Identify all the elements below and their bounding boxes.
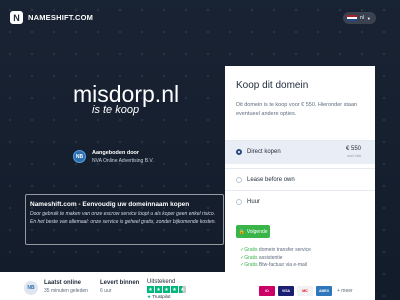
trustpilot-star-icon: ★ xyxy=(147,294,152,299)
star-icon: ★ xyxy=(163,286,170,293)
price-note: excl. btw xyxy=(347,154,361,158)
feature-item: ✓Gratis Btw-factuur via e-mail xyxy=(240,262,311,270)
seller-avatar-small: NB xyxy=(24,281,38,295)
visa-icon: VISA xyxy=(278,286,294,296)
star-icon: ★ xyxy=(147,286,154,293)
option-label: Huur xyxy=(247,199,261,205)
top-bar: N NAMESHIFT.COM nl ▼ xyxy=(0,0,400,36)
feature-prefix: Gratis xyxy=(244,254,258,261)
trustpilot-rating[interactable]: Uitstekend ★ ★ ★ ★ ★ ★ Trustpilot xyxy=(147,279,186,300)
info-title: Nameshift.com - Eenvoudig uw domeinnaam … xyxy=(30,201,190,208)
seller-name: NVA Online Advertising B.V. xyxy=(92,158,154,164)
option-label: Lease before own xyxy=(247,177,295,183)
for-sale-tagline: is te koop xyxy=(92,104,140,116)
mastercard-icon: MC xyxy=(297,286,313,296)
star-icon: ★ xyxy=(171,286,178,293)
last-online-label: Laatst online xyxy=(44,280,82,286)
feature-text: domein transfer service xyxy=(257,247,311,253)
language-selector[interactable]: nl ▼ xyxy=(343,12,376,24)
chevron-down-icon: ▼ xyxy=(366,15,371,21)
info-text: Door gebruik te maken van onze escrow se… xyxy=(30,211,216,225)
feature-text: Btw-factuur via e-mail xyxy=(257,262,308,268)
amex-icon: AMEX xyxy=(316,286,332,296)
next-button[interactable]: 🔒 Volgende xyxy=(236,225,270,238)
star-icon: ★ xyxy=(155,286,162,293)
star-half-icon: ★ xyxy=(179,286,186,293)
ideal-icon: iD xyxy=(259,286,275,296)
flag-nl-icon xyxy=(347,14,357,22)
option-rent[interactable]: Huur xyxy=(225,190,375,214)
seller-info: NB Aangeboden door NVA Online Advertisin… xyxy=(73,150,154,164)
seller-label: Aangeboden door xyxy=(92,150,140,156)
lock-icon: 🔒 xyxy=(238,228,245,235)
feature-text: assistentie xyxy=(257,254,283,261)
logo-text: NAMESHIFT.COM xyxy=(28,13,94,22)
option-label: Direct kopen xyxy=(247,149,281,155)
feature-item: ✓Gratis domein transfer service xyxy=(240,247,311,255)
language-code: nl xyxy=(360,15,364,21)
logo-icon: N xyxy=(10,11,23,24)
feature-prefix: Gratis xyxy=(244,247,258,253)
delivery-time: Levert binnen 6 uur xyxy=(100,280,139,294)
radio-unselected[interactable] xyxy=(236,177,242,183)
escrow-info-box: Nameshift.com - Eenvoudig uw domeinnaam … xyxy=(25,194,224,245)
panel-description: Dit domein is te koop voor € 550. Hieron… xyxy=(236,102,358,117)
seller-avatar: NB xyxy=(73,150,86,163)
feature-item: ✓Gratis assistentie xyxy=(240,255,311,263)
last-online: Laatst online 35 minuten geleden xyxy=(44,280,88,294)
trustpilot-logo: ★ Trustpilot xyxy=(147,294,186,300)
radio-selected[interactable] xyxy=(236,149,242,155)
radio-unselected[interactable] xyxy=(236,199,242,205)
option-price: € 550 excl. btw xyxy=(346,146,361,158)
option-lease[interactable]: Lease before own xyxy=(225,168,375,192)
more-payments: + meer xyxy=(337,288,353,294)
rating-label: Uitstekend xyxy=(147,279,176,285)
panel-title: Koop dit domein xyxy=(236,80,309,91)
delivery-label: Levert binnen xyxy=(100,280,140,286)
last-online-value: 35 minuten geleden xyxy=(44,288,88,294)
delivery-value: 6 uur xyxy=(100,288,112,294)
next-button-label: Volgende xyxy=(246,228,268,235)
feature-prefix: Gratis xyxy=(244,262,258,268)
site-logo[interactable]: N NAMESHIFT.COM xyxy=(10,11,93,24)
rating-stars: ★ ★ ★ ★ ★ xyxy=(147,286,186,293)
option-direct-buy[interactable]: Direct kopen € 550 excl. btw xyxy=(225,140,375,164)
payment-methods: iD VISA MC AMEX + meer xyxy=(259,286,353,296)
trustpilot-text: Trustpilot xyxy=(152,294,171,299)
feature-list: ✓Gratis domein transfer service ✓Gratis … xyxy=(240,247,311,270)
price-value: € 550 xyxy=(345,146,361,152)
